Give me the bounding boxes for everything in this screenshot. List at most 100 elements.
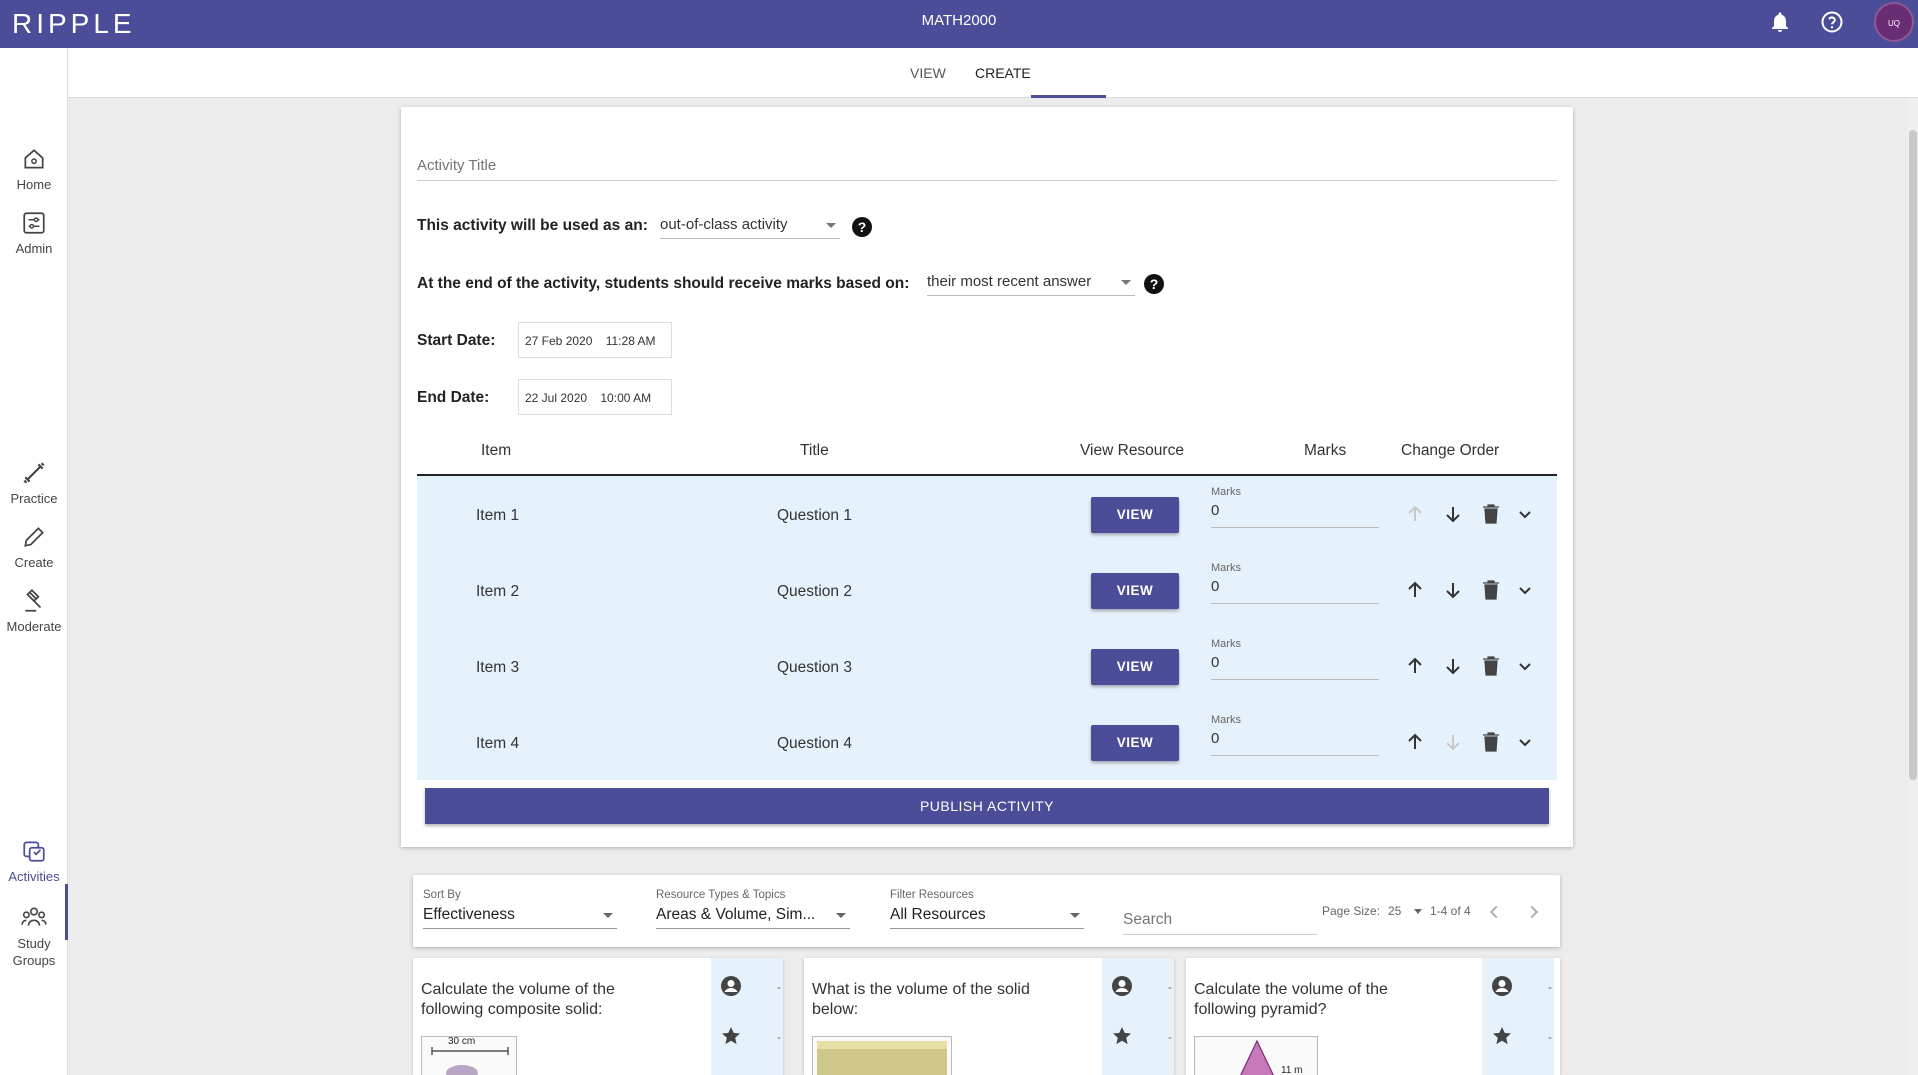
tab-view[interactable]: VIEW: [910, 65, 946, 81]
arrow-up-icon[interactable]: [1403, 730, 1427, 754]
marks-input[interactable]: Marks 0: [1211, 562, 1379, 604]
resource-thumbnail: 30 cm: [421, 1036, 517, 1075]
marks-basis-help-icon[interactable]: ?: [1144, 274, 1164, 294]
end-date-field[interactable]: 22 Jul 2020 10:00 AM: [518, 379, 672, 415]
resource-filter-bar: Sort By Effectiveness Resource Types & T…: [413, 875, 1560, 947]
sidebar-item-admin[interactable]: Admin: [0, 210, 68, 256]
caret-down-icon: [1121, 280, 1131, 285]
dumbbell-icon: [23, 462, 45, 484]
star-icon: [1110, 1024, 1134, 1048]
marks-input[interactable]: Marks 0: [1211, 714, 1379, 756]
usage-select[interactable]: out-of-class activity: [660, 213, 840, 239]
search-input[interactable]: [1123, 905, 1317, 935]
caret-down-icon: [826, 223, 836, 228]
view-resource-button[interactable]: VIEW: [1091, 573, 1179, 609]
trash-icon[interactable]: [1479, 578, 1503, 602]
chevron-down-icon[interactable]: [1513, 654, 1537, 678]
resource-thumbnail: 11 m: [1194, 1036, 1318, 1075]
page-size-label: Page Size:: [1322, 904, 1381, 918]
activities-icon: [23, 841, 45, 862]
resource-types-select[interactable]: Resource Types & Topics Areas & Volume, …: [656, 889, 850, 929]
tab-create[interactable]: CREATE: [975, 65, 1031, 81]
marks-input[interactable]: Marks 0: [1211, 486, 1379, 528]
usage-help-icon[interactable]: ?: [852, 217, 872, 237]
arrow-up-icon[interactable]: [1403, 578, 1427, 602]
marks-input-label: Marks: [1211, 714, 1241, 726]
sidebar-item-label: Admin: [15, 241, 53, 256]
trash-icon[interactable]: [1479, 502, 1503, 526]
help-circle-icon[interactable]: [1820, 10, 1844, 34]
arrow-down-icon[interactable]: [1441, 578, 1465, 602]
chevron-left-icon[interactable]: [1483, 901, 1507, 925]
item-number: Item 3: [476, 659, 520, 676]
page-size-select[interactable]: 25: [1388, 904, 1401, 918]
sidebar-item-activities[interactable]: Activities: [0, 838, 68, 884]
chevron-down-icon[interactable]: [1513, 502, 1537, 526]
sidebar-item-home[interactable]: Home: [0, 146, 68, 192]
gavel-icon: [25, 588, 42, 612]
resource-card[interactable]: Calculate the volume of the following py…: [1186, 958, 1560, 1075]
arrow-down-icon[interactable]: [1441, 654, 1465, 678]
marks-input-value: 0: [1211, 578, 1220, 595]
bell-icon[interactable]: [1768, 10, 1792, 34]
item-number: Item 2: [476, 583, 520, 600]
sort-by-select[interactable]: Sort By Effectiveness: [423, 889, 617, 929]
column-header-title: Title: [800, 442, 829, 459]
chevron-down-icon[interactable]: [1513, 730, 1537, 754]
resource-card[interactable]: Calculate the volume of the following co…: [413, 958, 783, 1075]
filter-resources-select[interactable]: Filter Resources All Resources: [890, 889, 1084, 929]
view-resource-button[interactable]: VIEW: [1091, 497, 1179, 533]
sidebar: Home Admin Practice Create Moderate Acti…: [0, 48, 68, 1075]
marks-input-value: 0: [1211, 502, 1220, 519]
chevron-right-icon[interactable]: [1523, 901, 1547, 925]
view-resource-button[interactable]: VIEW: [1091, 649, 1179, 685]
sidebar-item-create[interactable]: Create: [0, 524, 68, 570]
item-title: Question 4: [777, 735, 852, 752]
trash-icon[interactable]: [1479, 654, 1503, 678]
arrow-down-icon[interactable]: [1441, 502, 1465, 526]
marks-input-value: 0: [1211, 654, 1220, 671]
thumbnail-dimension-label: 30 cm: [448, 1036, 476, 1047]
arrow-down-icon[interactable]: [1441, 730, 1465, 754]
sidebar-item-moderate[interactable]: Moderate: [0, 588, 68, 634]
arrow-up-icon[interactable]: [1403, 654, 1427, 678]
item-number: Item 1: [476, 507, 520, 524]
arrow-up-icon[interactable]: [1403, 502, 1427, 526]
marks-basis-label: At the end of the activity, students sho…: [417, 275, 910, 292]
marks-input-label: Marks: [1211, 486, 1241, 498]
view-resource-button[interactable]: VIEW: [1091, 725, 1179, 761]
resource-question-text: Calculate the volume of the following py…: [1194, 981, 1388, 1018]
marks-basis-select-value: their most recent answer: [927, 273, 1092, 290]
usage-label: This activity will be used as an:: [417, 217, 648, 234]
activity-title-input[interactable]: [417, 151, 1557, 181]
sort-by-label: Sort By: [423, 889, 461, 901]
marks-input[interactable]: Marks 0: [1211, 638, 1379, 680]
sidebar-item-study-groups[interactable]: Study Groups: [0, 904, 68, 969]
resource-types-label: Resource Types & Topics: [656, 889, 786, 901]
resource-card[interactable]: What is the volume of the solid below: -…: [804, 958, 1174, 1075]
page-scrollbar-thumb[interactable]: [1909, 130, 1917, 780]
start-date-field[interactable]: 27 Feb 2020 11:28 AM: [518, 322, 672, 358]
marks-input-value: 0: [1211, 730, 1220, 747]
rating-value: -: [1168, 1030, 1172, 1044]
sort-by-value: Effectiveness: [423, 906, 515, 923]
trash-icon[interactable]: [1479, 730, 1503, 754]
item-title: Question 1: [777, 507, 852, 524]
table-row: Item 2 Question 2 VIEW Marks 0: [417, 552, 1557, 628]
marks-basis-select[interactable]: their most recent answer: [927, 270, 1135, 296]
avatar[interactable]: UQ: [1874, 2, 1914, 42]
column-header-marks: Marks: [1304, 442, 1347, 459]
author-count: -: [1168, 980, 1172, 994]
column-header-view-resource: View Resource: [1080, 442, 1184, 459]
column-header-item: Item: [481, 442, 512, 459]
page-range: 1-4 of 4: [1430, 904, 1471, 918]
view-create-tabs: VIEW CREATE: [68, 48, 1918, 98]
resource-stats: - -: [1102, 958, 1174, 1075]
usage-select-value: out-of-class activity: [660, 216, 788, 233]
caret-down-icon: [836, 913, 846, 918]
publish-activity-button[interactable]: PUBLISH ACTIVITY: [425, 788, 1549, 824]
chevron-down-icon[interactable]: [1513, 578, 1537, 602]
sidebar-item-practice[interactable]: Practice: [0, 460, 68, 506]
caret-down-icon: [1070, 913, 1080, 918]
sidebar-item-label: Moderate: [6, 619, 62, 634]
